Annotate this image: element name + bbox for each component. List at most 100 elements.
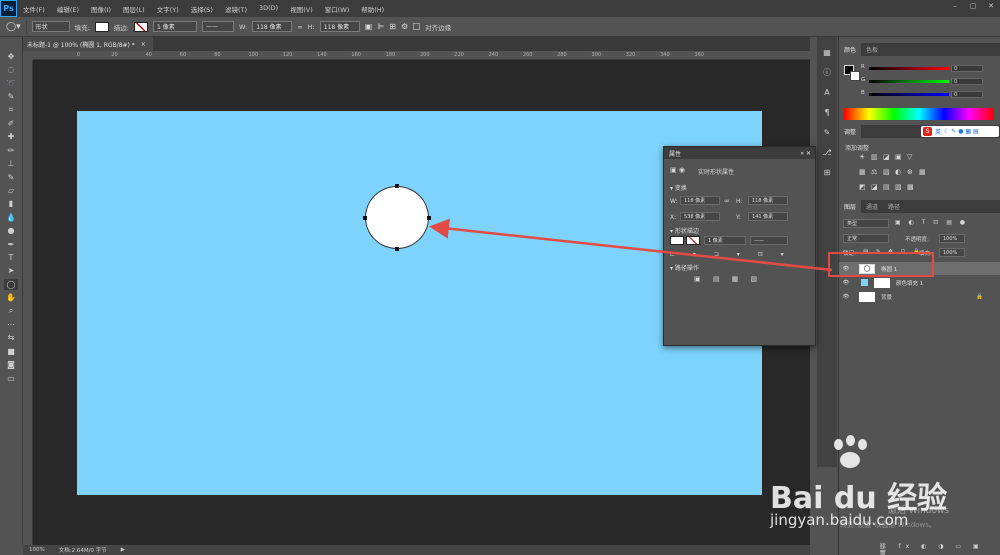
- menu-item[interactable]: 视图(V): [284, 4, 319, 14]
- blend-mode-select[interactable]: 正常: [843, 234, 889, 243]
- path-align-icon[interactable]: ⊫: [377, 22, 384, 31]
- properties-icon[interactable]: ⓘ: [820, 67, 834, 78]
- tab-paths[interactable]: 路径: [883, 200, 905, 213]
- align-edges-checkbox[interactable]: [413, 23, 421, 30]
- tab-channels[interactable]: 通道: [861, 200, 883, 213]
- stroke-width-field[interactable]: 1 像素: [153, 21, 197, 32]
- eyedropper-icon[interactable]: ✐: [4, 118, 18, 129]
- width-field[interactable]: 118 像素: [252, 21, 293, 32]
- prop-width-field[interactable]: 118 像素: [680, 196, 720, 205]
- background-color-swatch[interactable]: [850, 71, 860, 81]
- adjustment-layer-icon[interactable]: ▥: [871, 153, 878, 161]
- more-tools-icon[interactable]: ⋯: [4, 319, 18, 330]
- adjustment-layer-icon[interactable]: ⚖: [871, 168, 877, 176]
- maximize-icon[interactable]: ▢: [964, 0, 982, 12]
- adjustments-icon[interactable]: ⊞: [820, 167, 834, 178]
- clone-stamp-icon[interactable]: ⊥: [4, 158, 18, 169]
- prop-stroke-options-icons[interactable]: ⊏ ▾ ⊐ ▾ ⊡ ▾: [670, 251, 792, 258]
- menu-item[interactable]: 选择(S): [185, 4, 219, 14]
- brush-tool-icon[interactable]: ✏: [4, 145, 18, 156]
- opacity-field[interactable]: 100%: [939, 234, 965, 243]
- color-swatches-icon[interactable]: ■: [4, 346, 18, 357]
- adjustment-layer-icon[interactable]: ◩: [859, 183, 866, 191]
- fill-swatch[interactable]: [94, 21, 109, 32]
- eraser-icon[interactable]: ▱: [4, 185, 18, 196]
- clone-source-icon[interactable]: ⎇: [820, 147, 834, 158]
- layer-filter-icons[interactable]: ▣ ◐ T ⊡ ▤ ●: [895, 219, 968, 226]
- color-channel-value[interactable]: 0: [951, 78, 983, 85]
- stroke-style-select[interactable]: ——: [202, 21, 234, 32]
- adjustment-layer-icon[interactable]: ☀: [859, 153, 865, 161]
- menu-item[interactable]: 图像(I): [85, 4, 117, 14]
- anchor-point-right[interactable]: [427, 216, 431, 220]
- path-ops-icon[interactable]: ▣: [365, 22, 373, 31]
- history-icon[interactable]: ▦: [820, 47, 834, 58]
- menu-item[interactable]: 编辑(E): [51, 4, 85, 14]
- screen-mode-icon[interactable]: ▭: [4, 373, 18, 384]
- canvas[interactable]: [77, 111, 762, 495]
- close-icon[interactable]: ✕: [982, 0, 1000, 12]
- adjustment-layer-icon[interactable]: ▨: [883, 168, 890, 176]
- ellipse-shape[interactable]: [365, 186, 429, 249]
- color-channel-slider[interactable]: [869, 93, 949, 96]
- lasso-tool-icon[interactable]: ➰: [4, 78, 18, 89]
- tab-swatches[interactable]: 色板: [861, 43, 883, 56]
- color-spectrum[interactable]: [844, 108, 994, 120]
- character-icon[interactable]: A: [820, 87, 834, 98]
- ime-toolbar[interactable]: S 英 ☾ ✎ ● ▦ ▤: [921, 126, 999, 137]
- quick-select-icon[interactable]: ✎: [4, 91, 18, 102]
- fill-opacity-field[interactable]: 100%: [939, 248, 965, 257]
- quick-mask-icon[interactable]: ◙: [4, 359, 18, 370]
- prop-fill-swatch[interactable]: [670, 236, 684, 245]
- marquee-tool-icon[interactable]: ◌: [4, 64, 18, 75]
- adjustment-layer-icon[interactable]: ⊛: [907, 168, 913, 176]
- eye-icon[interactable]: 👁: [839, 280, 853, 286]
- color-channel-slider[interactable]: [869, 67, 949, 70]
- adjustment-layer-icon[interactable]: ◪: [883, 153, 890, 161]
- ellipse-tool-icon[interactable]: ◯: [4, 278, 18, 290]
- prop-stroke-swatch[interactable]: [686, 236, 700, 245]
- color-channel-slider[interactable]: [869, 80, 949, 83]
- gradient-tool-icon[interactable]: ▮: [4, 198, 18, 209]
- path-operation-icons[interactable]: ▣ ▤ ▦ ▧: [694, 275, 762, 283]
- anchor-point-left[interactable]: [363, 216, 367, 220]
- minimize-icon[interactable]: –: [946, 0, 964, 12]
- path-select-icon[interactable]: ➤: [4, 265, 18, 276]
- healing-brush-icon[interactable]: ✚: [4, 131, 18, 142]
- adjustment-layer-icon[interactable]: ▽: [907, 153, 912, 161]
- zoom-tool-icon[interactable]: ⌕: [4, 306, 18, 317]
- move-tool-icon[interactable]: ✥: [4, 51, 18, 62]
- swap-colors-icon[interactable]: ⇆: [4, 332, 18, 343]
- crop-tool-icon[interactable]: ⌗: [4, 105, 18, 116]
- document-tab[interactable]: 未标题-1 @ 100% (椭圆 1, RGB/8#) * ×: [23, 37, 153, 51]
- collapse-icon[interactable]: » ✕: [800, 150, 811, 157]
- prop-x-field[interactable]: 538 像素: [680, 212, 720, 221]
- paragraph-icon[interactable]: ¶: [820, 107, 834, 118]
- pen-tool-icon[interactable]: ✒: [4, 239, 18, 250]
- layers-footer-icons[interactable]: ⛓ fx ◐ ◑ ▭ ▣ 🗑: [879, 543, 1000, 555]
- tab-color[interactable]: 颜色: [839, 43, 862, 56]
- prop-stroke-style[interactable]: ——: [750, 236, 788, 245]
- status-arrow-icon[interactable]: ▶: [121, 547, 125, 553]
- link-icon[interactable]: ∞: [297, 23, 302, 31]
- anchor-point-bottom[interactable]: [395, 247, 399, 251]
- prop-stroke-width[interactable]: 1 像素: [704, 236, 746, 245]
- prop-link-icon[interactable]: ∞: [724, 197, 730, 205]
- document-close-icon[interactable]: ×: [141, 41, 146, 48]
- menu-item[interactable]: 滤镜(T): [219, 4, 253, 14]
- menu-item[interactable]: 文件(F): [17, 4, 51, 14]
- zoom-level[interactable]: 100%: [29, 547, 45, 553]
- prop-height-field[interactable]: 118 像素: [748, 196, 788, 205]
- adjustment-layer-icon[interactable]: ▧: [895, 183, 902, 191]
- adjustment-layer-icon[interactable]: ▩: [907, 183, 914, 191]
- brush-preset-icon[interactable]: ✎: [820, 127, 834, 138]
- blur-tool-icon[interactable]: 💧: [4, 212, 18, 223]
- color-channel-value[interactable]: 0: [951, 91, 983, 98]
- color-channel-value[interactable]: 0: [951, 65, 983, 72]
- menu-item[interactable]: 3D(D): [253, 4, 284, 14]
- path-arrange-icon[interactable]: ⊞: [389, 22, 396, 31]
- menu-item[interactable]: 窗口(W): [319, 4, 356, 14]
- height-field[interactable]: 118 像素: [319, 21, 360, 32]
- layer-row-color-fill[interactable]: 👁 颜色填充 1: [839, 276, 1000, 289]
- stroke-swatch[interactable]: [134, 21, 148, 32]
